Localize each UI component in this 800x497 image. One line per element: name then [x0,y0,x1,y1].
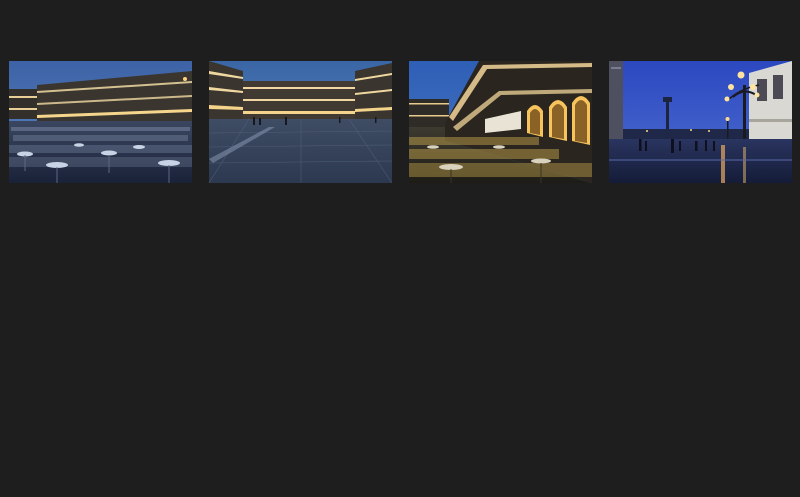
photo-empty-piazza [209,61,392,183]
gallery-thumbnail-3[interactable] [409,61,592,183]
gallery-thumbnail-1[interactable] [9,61,192,183]
gallery-thumbnail-2[interactable] [209,61,392,183]
photo-waterfront-lamps [609,61,792,183]
photo-arcade-cafe [409,61,592,183]
photo-piazza-cafe-tables [9,61,192,183]
gallery-thumbnail-4[interactable] [609,61,792,183]
